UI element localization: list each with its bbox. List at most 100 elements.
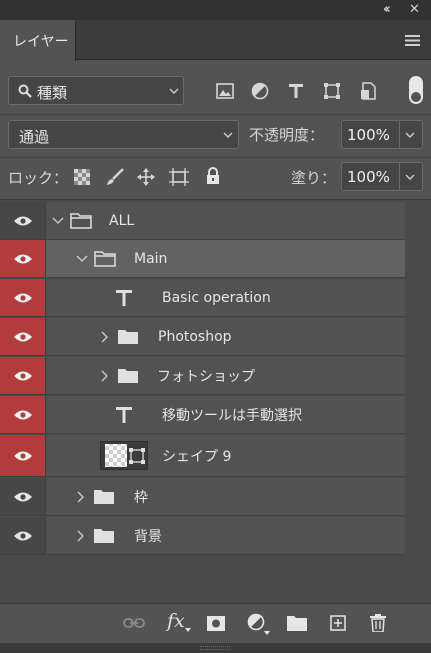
filter-kind-dropdown[interactable]: 種類 — [8, 76, 184, 105]
small-dropdown-icon — [185, 628, 191, 632]
divider — [0, 114, 431, 115]
visibility-toggle[interactable] — [0, 517, 46, 554]
tab-layers[interactable]: レイヤー — [0, 20, 76, 61]
layer-row[interactable]: シェイプ 9 — [0, 435, 405, 477]
expand-chevron[interactable] — [101, 357, 109, 394]
layer-row[interactable]: フォトショップ — [0, 357, 405, 395]
layer-list-scrollbar[interactable] — [406, 200, 431, 603]
filter-kind-value: 種類 — [37, 84, 68, 102]
chevron-down-icon — [52, 217, 64, 224]
lock-all-button[interactable] — [202, 165, 224, 187]
eye-icon — [13, 216, 32, 225]
fx-label: fx — [167, 610, 185, 632]
folder-icon — [94, 251, 116, 267]
layer-row[interactable]: ALL — [0, 202, 405, 240]
filter-toggle-switch[interactable] — [409, 76, 423, 104]
lock-transparent-pixels-button[interactable] — [72, 167, 92, 187]
visibility-toggle[interactable] — [0, 478, 46, 515]
lock-position-button[interactable] — [135, 166, 157, 188]
fill-value: 100% — [347, 168, 390, 186]
new-layer-button[interactable] — [327, 612, 349, 634]
eye-icon — [13, 492, 32, 501]
expand-chevron[interactable] — [52, 202, 64, 239]
layer-row[interactable]: Basic operation — [0, 279, 405, 317]
lock-icon — [207, 167, 219, 184]
artboard-icon — [169, 168, 189, 186]
panel-menu-button[interactable] — [403, 32, 421, 48]
collapse-panel-button[interactable]: ‹‹ — [383, 2, 391, 17]
expand-chevron[interactable] — [77, 478, 85, 515]
visibility-toggle[interactable] — [0, 435, 46, 476]
move-icon — [137, 168, 155, 186]
filter-pixel-button[interactable] — [214, 80, 236, 102]
shape-thumbnail-icon — [101, 442, 147, 469]
eye-icon — [13, 410, 32, 419]
layer-name: Main — [134, 250, 168, 267]
layer-name: 枠 — [134, 489, 148, 506]
chevron-down-icon — [405, 174, 415, 180]
layer-name: Basic operation — [162, 289, 271, 306]
layer-name: 背景 — [134, 528, 162, 545]
hamburger-icon — [404, 34, 420, 46]
smart-object-filter-icon — [361, 82, 376, 100]
new-adjustment-layer-button[interactable] — [247, 612, 273, 636]
visibility-toggle[interactable] — [0, 318, 46, 355]
link-icon — [123, 618, 145, 628]
layer-name: ALL — [109, 212, 135, 229]
lock-image-pixels-button[interactable] — [104, 166, 126, 188]
type-filter-icon — [289, 84, 303, 98]
blend-mode-dropdown[interactable]: 通過 — [8, 120, 239, 149]
visibility-toggle[interactable] — [0, 240, 46, 277]
brush-icon — [107, 168, 124, 185]
delete-layer-button[interactable] — [367, 611, 389, 635]
filter-type-button[interactable] — [285, 80, 307, 102]
shape-filter-icon — [324, 83, 340, 99]
visibility-toggle[interactable] — [0, 357, 46, 394]
add-mask-button[interactable] — [205, 612, 227, 634]
folder-icon — [118, 330, 138, 344]
mask-icon — [207, 615, 225, 631]
tab-label: レイヤー — [13, 34, 69, 50]
chevron-right-icon — [101, 370, 108, 381]
eye-icon — [13, 332, 32, 341]
image-filter-icon — [216, 83, 234, 99]
visibility-toggle[interactable] — [0, 396, 46, 433]
visibility-toggle[interactable] — [0, 279, 46, 316]
eye-icon — [13, 293, 32, 302]
fill-field[interactable]: 100% — [341, 162, 423, 191]
adjustment-filter-icon — [251, 82, 269, 100]
search-icon — [18, 84, 32, 98]
layer-name: 移動ツールは手動選択 — [162, 407, 302, 424]
eye-icon — [13, 371, 32, 380]
filter-smart-object-button[interactable] — [357, 80, 379, 102]
layer-row[interactable]: 背景 — [0, 517, 405, 555]
filter-adjustment-button[interactable] — [249, 80, 271, 102]
link-layers-button[interactable] — [122, 612, 146, 634]
eye-icon — [13, 254, 32, 263]
layer-name: フォトショップ — [157, 368, 255, 385]
layer-row[interactable]: Main — [0, 240, 405, 278]
layer-row[interactable]: 移動ツールは手動選択 — [0, 396, 405, 434]
expand-chevron[interactable] — [76, 240, 88, 277]
new-layer-icon — [330, 615, 346, 631]
trash-icon — [370, 614, 386, 632]
folder-icon — [94, 490, 114, 504]
opacity-field[interactable]: 100% — [341, 120, 423, 149]
expand-chevron[interactable] — [77, 517, 85, 554]
layer-list: ALL Main Basic operation Photoshop フォトショ… — [0, 200, 431, 603]
visibility-toggle[interactable] — [0, 202, 46, 239]
fill-label: 塗り： — [291, 169, 337, 187]
layer-row[interactable]: Photoshop — [0, 318, 405, 356]
folder-icon — [70, 213, 92, 229]
filter-shape-button[interactable] — [321, 80, 343, 102]
add-layer-style-button[interactable]: fx — [165, 609, 193, 635]
chevron-right-icon — [77, 491, 84, 502]
chevron-down-icon — [223, 132, 233, 138]
lock-artboard-button[interactable] — [168, 166, 190, 188]
layer-name: Photoshop — [158, 328, 232, 345]
panel-resize-handle[interactable] — [0, 643, 431, 653]
close-panel-button[interactable]: ✕ — [409, 2, 420, 17]
layer-row[interactable]: 枠 — [0, 478, 405, 516]
new-group-button[interactable] — [286, 612, 308, 634]
expand-chevron[interactable] — [101, 318, 109, 355]
